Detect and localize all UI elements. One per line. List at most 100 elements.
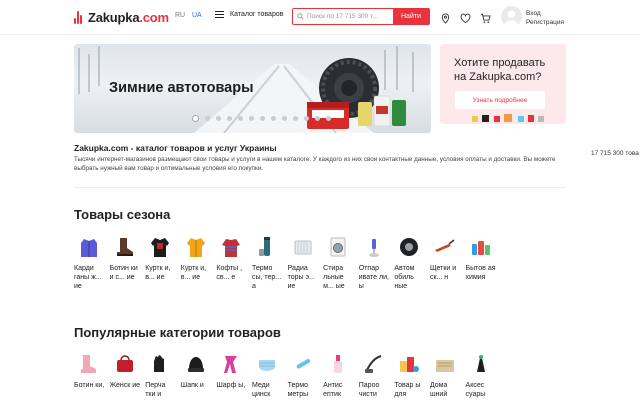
tire-icon [396, 234, 422, 260]
thermometer-icon [290, 351, 316, 377]
search-bar: Найти [292, 8, 430, 25]
promo-banner[interactable]: Зимние автотовары [74, 44, 431, 133]
season-item-label: Бытов ая химия [465, 265, 496, 281]
carousel-dot[interactable] [293, 116, 298, 121]
popular-item[interactable]: Аксес суары [466, 351, 502, 399]
carousel-dot[interactable] [227, 116, 232, 121]
thermos-icon [254, 234, 280, 260]
season-item[interactable]: Отпар ивате ли, ы [359, 234, 395, 291]
popular-item[interactable]: Термо метры [288, 351, 324, 399]
season-item[interactable]: Автом обиль ные [394, 234, 430, 291]
radiator-icon [290, 234, 316, 260]
about-title: Zakupka.com - каталог товаров и услуг Ук… [74, 143, 277, 153]
popular-item-label: Аксес суары [465, 382, 486, 398]
carousel-dot[interactable] [326, 116, 331, 121]
popular-item[interactable]: Дома шний [430, 351, 466, 399]
about-text: Тысячи интернет-магазинов размещают свои… [74, 156, 556, 172]
carousel-dot[interactable] [238, 116, 243, 121]
sell-promo-card[interactable]: Хотите продавать на Zakupka.com? Узнать … [440, 44, 566, 124]
home-icon [432, 351, 458, 377]
avatar[interactable] [501, 6, 522, 27]
product-count: 17 715 300 това [591, 150, 639, 157]
popular-item[interactable]: Товар ы для [394, 351, 430, 399]
lang-ru-link[interactable]: RU [175, 12, 185, 19]
season-item[interactable]: Ботин ки и с... ие [110, 234, 146, 291]
cart-icon[interactable] [480, 11, 491, 23]
hat-icon [183, 351, 209, 377]
carousel-dot[interactable] [304, 116, 309, 121]
season-item[interactable]: Радиа торы э... ие [288, 234, 324, 291]
menu-icon [215, 11, 224, 18]
antiseptic-icon [325, 351, 351, 377]
search-icon [293, 9, 307, 24]
brush-icon [432, 234, 458, 260]
season-item-label: Стира льные м... ые [323, 265, 345, 290]
pink-boot-icon [76, 351, 102, 377]
sweater-icon [218, 234, 244, 260]
popular-item-label: Шарф ы, [216, 382, 246, 389]
popular-item-label: Антис ептик [323, 382, 343, 398]
season-item-label: Радиа торы э... ие [287, 265, 315, 290]
season-item-label: Отпар ивате ли, ы [358, 265, 389, 290]
carousel-dot[interactable] [205, 116, 210, 121]
popular-item[interactable]: Пароо чисти [359, 351, 395, 399]
carousel-dot[interactable] [271, 116, 276, 121]
popular-item[interactable]: Антис ептик [323, 351, 359, 399]
season-item[interactable]: Щетки и ск... н [430, 234, 466, 291]
season-item-label: Куртк и, в... ие [145, 265, 171, 281]
popular-item[interactable]: Перча тки и [145, 351, 181, 399]
season-item[interactable]: Куртк и, в... ие [145, 234, 181, 291]
gloves-icon [147, 351, 173, 377]
popular-item[interactable]: Ботин ки, [74, 351, 110, 399]
catalog-button[interactable]: Каталог товаров [215, 11, 283, 18]
season-item[interactable]: Стира льные м... ые [323, 234, 359, 291]
carousel-dots [192, 115, 331, 122]
register-link[interactable]: Регистрация [526, 18, 564, 27]
season-item[interactable]: Карди ганы ж... ие [74, 234, 110, 291]
learn-more-button[interactable]: Узнать подробнее [455, 91, 545, 109]
steamer-icon [361, 234, 387, 260]
season-item[interactable]: Кофты , св... е [216, 234, 252, 291]
season-title: Товары сезона [74, 207, 171, 222]
header: Zakupka.com RU UA Каталог товаров Найти … [0, 0, 640, 34]
chemistry-icon [468, 234, 494, 260]
scarf-icon [218, 351, 244, 377]
handbag-icon [112, 351, 138, 377]
season-item[interactable]: Термо сы, тер... а [252, 234, 288, 291]
search-button[interactable]: Найти [393, 9, 429, 24]
season-item-label: Щетки и ск... н [429, 265, 457, 281]
jacket-yellow-icon [183, 234, 209, 260]
season-item-label: Кофты , св... е [216, 265, 243, 281]
section-divider [74, 187, 566, 188]
carousel-dot[interactable] [260, 116, 265, 121]
accessories-icon [468, 351, 494, 377]
carousel-dot[interactable] [282, 116, 287, 121]
washer-icon [325, 234, 351, 260]
carousel-dot[interactable] [249, 116, 254, 121]
mask-icon [254, 351, 280, 377]
popular-item[interactable]: Меди цинск [252, 351, 288, 399]
popular-item-label: Дома шний [429, 382, 448, 398]
season-item[interactable]: Куртк и, в... ие [181, 234, 217, 291]
catalog-label: Каталог товаров [230, 11, 284, 18]
lang-ua-link[interactable]: UA [192, 12, 202, 19]
carousel-dot[interactable] [192, 115, 199, 122]
boot-icon [112, 234, 138, 260]
season-item-label: Ботин ки и с... ие [109, 265, 138, 281]
search-input[interactable] [307, 9, 389, 24]
carousel-dot[interactable] [315, 116, 320, 121]
login-link[interactable]: Вход [526, 9, 564, 18]
popular-grid: Ботин ки, Женск ие Перча тки и Шапк и Шарф ы… [74, 351, 501, 399]
steam-cleaner-icon [361, 351, 387, 377]
location-icon[interactable] [440, 11, 451, 24]
season-item-label: Куртк и, в... ие [180, 265, 207, 281]
popular-item-label: Пароо чисти [358, 382, 380, 398]
popular-title: Популярные категории товаров [74, 325, 281, 340]
logo[interactable]: Zakupka.com [74, 9, 169, 25]
season-item[interactable]: Бытов ая химия [466, 234, 502, 291]
heart-icon[interactable] [460, 11, 471, 24]
popular-item[interactable]: Женск ие [110, 351, 146, 399]
carousel-dot[interactable] [216, 116, 221, 121]
popular-item[interactable]: Шапк и [181, 351, 217, 399]
popular-item[interactable]: Шарф ы, [216, 351, 252, 399]
